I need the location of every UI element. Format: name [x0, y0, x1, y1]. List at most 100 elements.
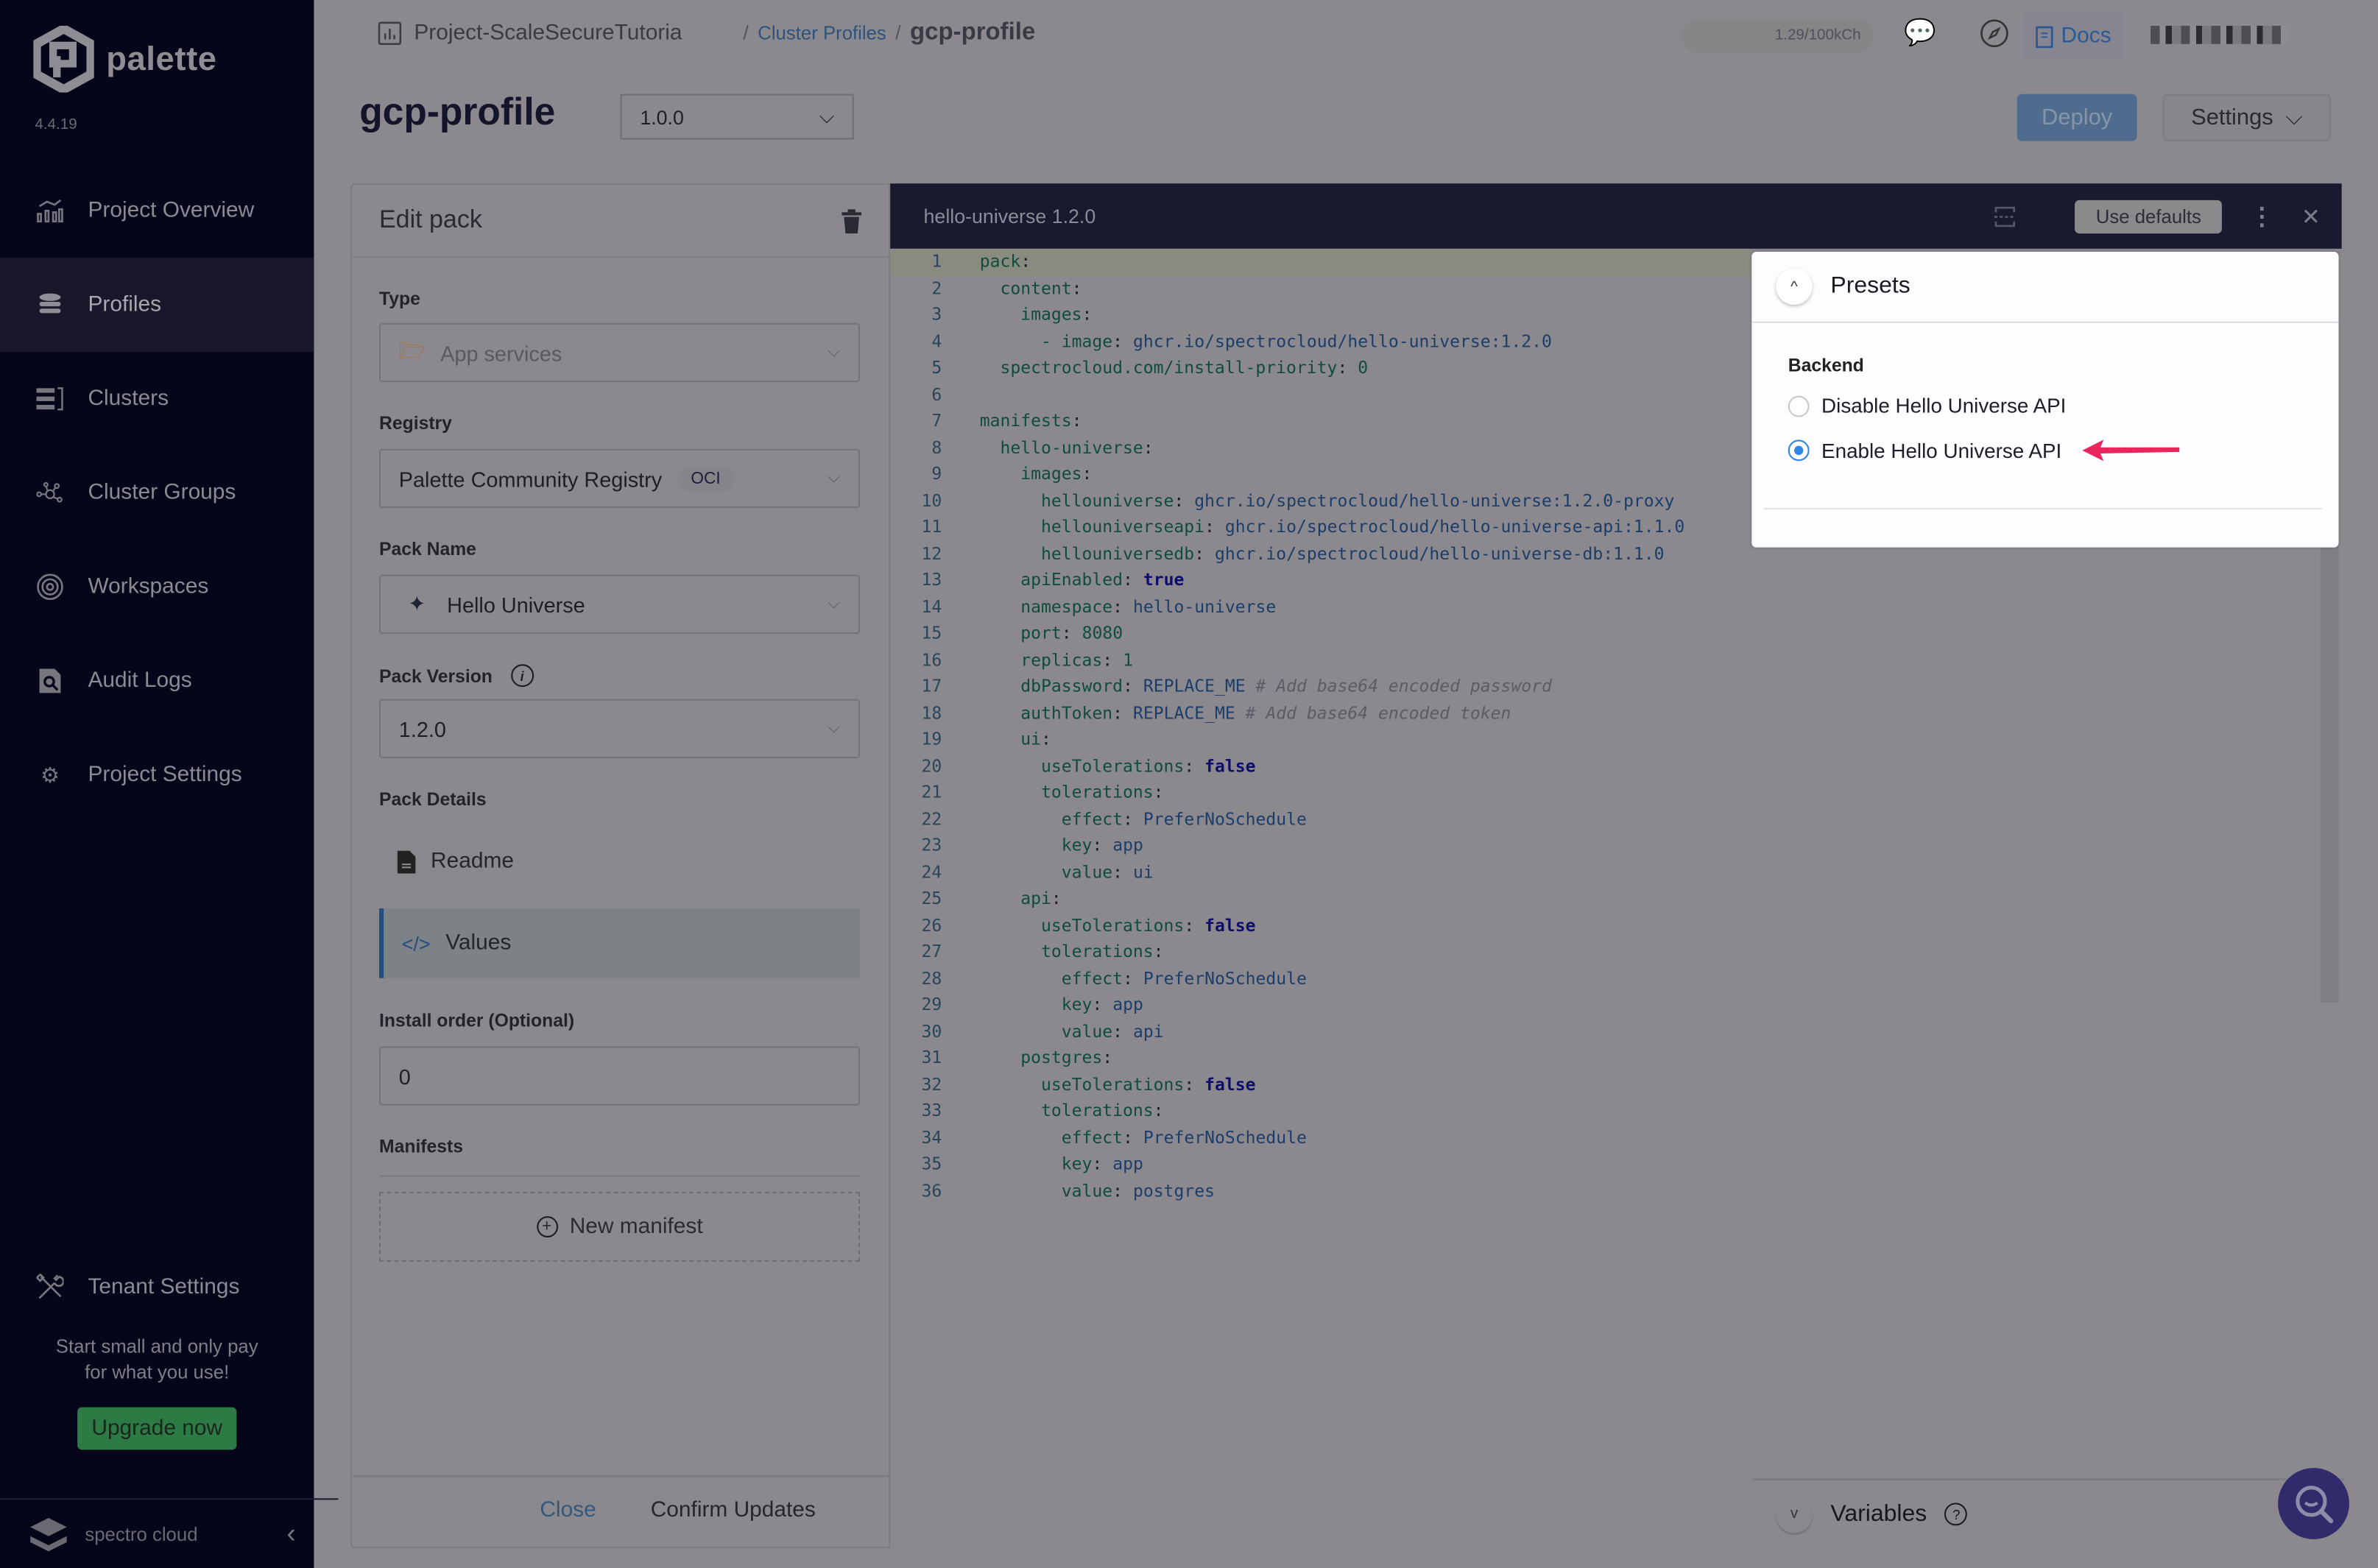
sidebar-item-project-settings[interactable]: ⚙ Project Settings — [0, 728, 314, 822]
code-line[interactable]: 20 useTolerations: false — [890, 753, 1750, 780]
variables-section[interactable]: v Variables ? — [1751, 1478, 2345, 1549]
code-line[interactable]: 8 hello-universe: — [890, 434, 1750, 461]
code-line[interactable]: 2 content: — [890, 275, 1750, 302]
code-line[interactable]: 6 — [890, 381, 1750, 408]
presets-title: Presets — [1830, 272, 1910, 299]
code-line[interactable]: 18 authToken: REPLACE_ME # Add base64 en… — [890, 700, 1750, 727]
chat-icon[interactable]: 💬 — [1902, 18, 1938, 54]
sidebar-item-profiles[interactable]: Profiles — [0, 258, 314, 352]
preset-option-enable-api[interactable]: Enable Hello Universe API — [1788, 438, 2183, 462]
yaml-value: false — [1204, 915, 1256, 935]
backend-label: Backend — [1788, 355, 1864, 376]
code-line[interactable]: 33 tolerations: — [890, 1098, 1750, 1124]
code-editor[interactable]: 1 pack: 2 content: 3 images: 4 - image: ghcr… — [890, 248, 1751, 1204]
yaml-value: app — [1112, 1154, 1143, 1174]
chevron-down-icon: ⌵ — [828, 468, 841, 487]
chevron-down-icon: ⌵ — [828, 342, 841, 361]
palette-logo-icon — [33, 26, 94, 93]
chevron-up-icon[interactable]: ^ — [1776, 268, 1813, 306]
code-line[interactable]: 26 useTolerations: false — [890, 912, 1750, 939]
code-line[interactable]: 24 value: ui — [890, 859, 1750, 886]
compass-icon[interactable] — [1976, 18, 2012, 54]
yaml-key: effect — [1061, 1127, 1123, 1148]
help-icon[interactable]: ? — [1944, 1502, 1968, 1526]
new-manifest-button[interactable]: + New manifest — [379, 1192, 861, 1262]
info-icon[interactable]: i — [510, 664, 534, 688]
code-line[interactable]: 4 - image: ghcr.io/spectrocloud/hello-un… — [890, 328, 1750, 355]
code-line[interactable]: 9 images: — [890, 461, 1750, 487]
trash-icon[interactable] — [842, 208, 862, 233]
sidebar-item-audit-logs[interactable]: Audit Logs — [0, 634, 314, 728]
code-line[interactable]: 1 pack: — [890, 248, 1751, 275]
sidebar-item-clusters[interactable]: Clusters — [0, 352, 314, 446]
type-select[interactable]: 🗁 App services ⌵ — [379, 322, 861, 383]
sidebar-item-project-overview[interactable]: Project Overview — [0, 163, 314, 258]
page-title: gcp-profile — [359, 91, 556, 134]
palette-logo[interactable]: palette — [33, 26, 216, 93]
registry-select[interactable]: Palette Community Registry OCI ⌵ — [379, 448, 861, 509]
code-line[interactable]: 7 manifests: — [890, 408, 1750, 434]
code-text: effect: PreferNoSchedule — [1061, 1127, 1307, 1148]
breadcrumb-cluster-profiles-link[interactable]: Cluster Profiles — [758, 23, 886, 44]
close-button[interactable]: Close — [540, 1498, 596, 1522]
code-line[interactable]: 10 hellouniverse: ghcr.io/spectrocloud/h… — [890, 487, 1750, 514]
settings-dropdown-button[interactable]: Settings ⌵ — [2162, 93, 2332, 141]
code-line[interactable]: 27 tolerations: — [890, 939, 1750, 965]
search-help-button[interactable] — [2278, 1468, 2349, 1539]
code-line[interactable]: 34 effect: PreferNoSchedule — [890, 1124, 1750, 1151]
deploy-button[interactable]: Deploy — [2017, 93, 2137, 141]
radio-button-selected[interactable] — [1788, 439, 1810, 462]
code-line[interactable]: 14 namespace: hello-universe — [890, 593, 1750, 620]
code-line[interactable]: 17 dbPassword: REPLACE_ME # Add base64 e… — [890, 674, 1750, 700]
upgrade-now-button[interactable]: Upgrade now — [77, 1407, 236, 1450]
code-line[interactable]: 15 port: 8080 — [890, 621, 1750, 647]
readme-tab[interactable]: Readme — [379, 826, 861, 897]
install-order-input[interactable]: 0 — [379, 1046, 861, 1106]
code-line[interactable]: 28 effect: PreferNoSchedule — [890, 965, 1750, 992]
preset-option-disable-api[interactable]: Disable Hello Universe API — [1788, 395, 2066, 417]
code-line[interactable]: 19 ui: — [890, 727, 1750, 753]
code-line[interactable]: 21 tolerations: — [890, 780, 1750, 806]
install-order-label: Install order (Optional) — [379, 1009, 575, 1031]
confirm-updates-button[interactable]: Confirm Updates — [651, 1498, 816, 1522]
code-line[interactable]: 23 key: app — [890, 833, 1750, 859]
profile-version-select[interactable]: 1.0.0 ⌵ — [620, 93, 854, 140]
collapse-sidebar-icon[interactable]: ‹ — [286, 1518, 295, 1550]
code-line[interactable]: 36 value: postgres — [890, 1178, 1750, 1204]
close-icon[interactable]: ✕ — [2301, 202, 2321, 230]
line-number: 13 — [921, 570, 942, 590]
code-line[interactable]: 31 postgres: — [890, 1045, 1750, 1071]
presets-header[interactable]: ^ Presets — [1751, 252, 2339, 323]
pack-version-select[interactable]: 1.2.0 ⌵ — [379, 699, 861, 758]
code-line[interactable]: 12 hellouniversedb: ghcr.io/spectrocloud… — [890, 540, 1750, 567]
code-line[interactable]: 11 hellouniverseapi: ghcr.io/spectroclou… — [890, 514, 1750, 540]
split-view-icon[interactable] — [1993, 205, 2017, 227]
radio-button[interactable] — [1788, 395, 1810, 417]
user-menu-avatar[interactable] — [2151, 26, 2287, 44]
code-line[interactable]: 29 key: app — [890, 992, 1750, 1018]
yaml-key: useTolerations — [1041, 915, 1185, 935]
use-defaults-button[interactable]: Use defaults — [2074, 199, 2223, 233]
chevron-down-icon[interactable]: v — [1776, 1496, 1813, 1533]
code-line[interactable]: 30 value: api — [890, 1018, 1750, 1045]
code-line[interactable]: 25 api: — [890, 886, 1750, 912]
code-line[interactable]: 32 useTolerations: false — [890, 1071, 1750, 1098]
code-line[interactable]: 22 effect: PreferNoSchedule — [890, 806, 1750, 833]
code-line[interactable]: 35 key: app — [890, 1151, 1750, 1178]
sidebar-item-workspaces[interactable]: Workspaces — [0, 540, 314, 634]
docs-button[interactable]: Docs — [2023, 12, 2124, 61]
presets-panel: ^ Presets Backend Disable Hello Universe… — [1751, 251, 2339, 548]
sidebar-item-tenant-settings[interactable]: Tenant Settings — [0, 1240, 350, 1335]
project-selector[interactable]: Project-ScaleSecureTutoria — [359, 10, 700, 56]
code-line[interactable]: 13 apiEnabled: true — [890, 567, 1750, 593]
code-line[interactable]: 3 images: — [890, 302, 1750, 328]
sidebar-item-cluster-groups[interactable]: Cluster Groups — [0, 446, 314, 540]
pack-name-select[interactable]: ✦ Hello Universe ⌵ — [379, 574, 861, 635]
code-line[interactable]: 16 replicas: 1 — [890, 647, 1750, 674]
usage-meter[interactable]: 1.29/100kCh — [1682, 19, 1874, 54]
code-line[interactable]: 5 spectrocloud.com/install-priority: 0 — [890, 355, 1750, 381]
more-options-icon[interactable]: ⋮ — [2250, 201, 2274, 231]
values-tab[interactable]: </> Values — [379, 908, 861, 978]
promo-text-line1: Start small and only pay — [55, 1335, 258, 1357]
editor-actions: Use defaults ⋮ ✕ — [1993, 183, 2321, 249]
